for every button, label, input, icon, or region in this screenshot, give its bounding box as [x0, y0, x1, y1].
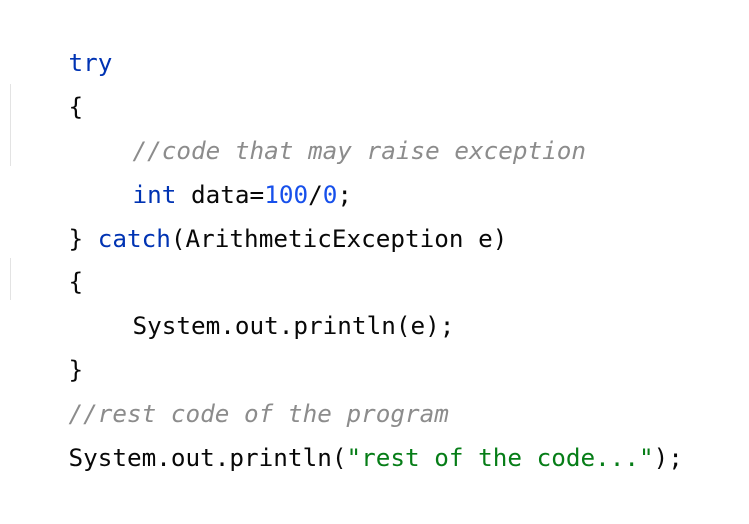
code-line-try: try [10, 0, 113, 77]
plain-token: ); [653, 443, 683, 472]
code-line-comment: //rest code of the program [10, 348, 449, 428]
code-line-open-brace: { [10, 41, 84, 121]
plain-token: System.out.println( [68, 443, 347, 472]
keyword-token: catch [97, 224, 171, 253]
code-line-println-rest: System.out.println("rest of the code..."… [10, 392, 683, 472]
plain-token: (ArithmeticException e) [170, 224, 508, 253]
code-line-catch: } catch(ArithmeticException e) [10, 173, 508, 253]
string-token: "rest of the code..." [346, 443, 654, 472]
code-line-declaration: int data=100/0; [74, 129, 352, 209]
code-line-println-e: System.out.println(e); [74, 260, 455, 340]
code-line-open-brace: { [10, 216, 84, 296]
code-line-comment: //code that may raise exception [74, 85, 586, 165]
code-line-close-brace: } [10, 304, 84, 384]
code-editor[interactable]: try { //code that may raise exception in… [0, 0, 749, 472]
plain-token: System.out.println(e); [132, 311, 455, 340]
